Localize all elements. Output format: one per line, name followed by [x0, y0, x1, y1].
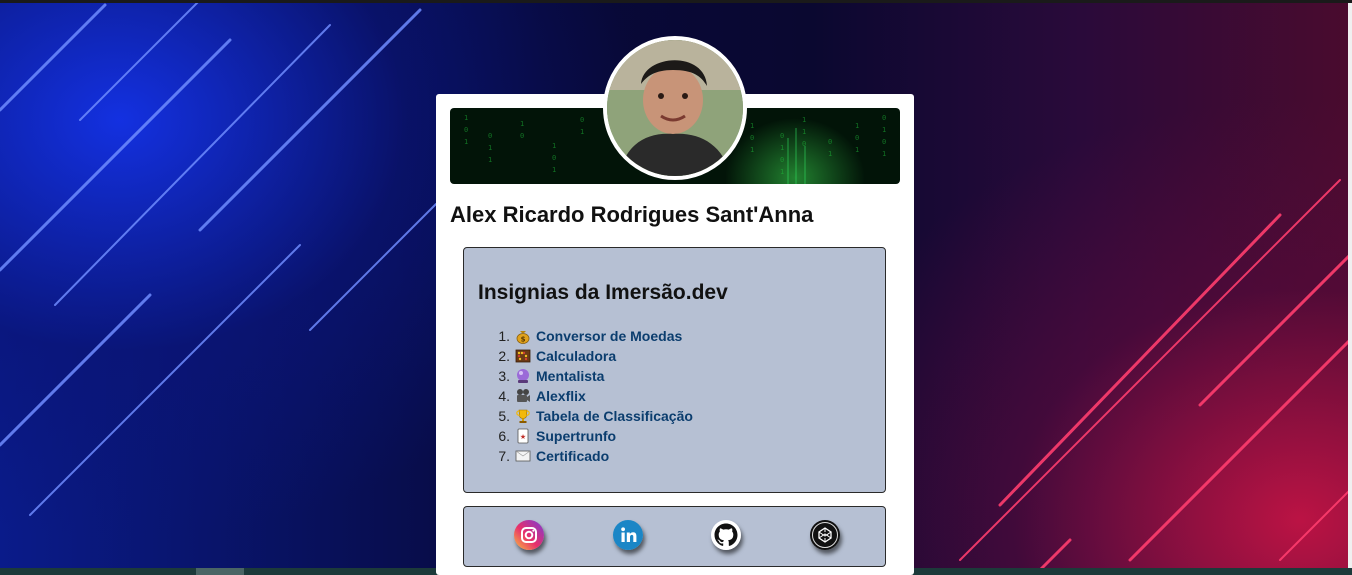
badge-number: 1.	[498, 328, 510, 344]
svg-text:1: 1	[828, 150, 832, 158]
github-icon[interactable]	[711, 520, 741, 550]
profile-avatar	[603, 36, 747, 180]
svg-text:0: 0	[488, 132, 492, 140]
crystal-ball-icon	[517, 369, 529, 383]
svg-text:1: 1	[855, 146, 859, 154]
svg-text:1: 1	[882, 150, 886, 158]
svg-text:★: ★	[520, 433, 526, 441]
badge-item: 2. Calculadora	[464, 346, 693, 366]
svg-text:1: 1	[780, 144, 784, 152]
svg-text:0: 0	[802, 140, 806, 148]
svg-text:0: 0	[580, 116, 584, 124]
vertical-scrollbar[interactable]	[1348, 3, 1352, 568]
svg-text:1: 1	[488, 144, 492, 152]
badge-item: 3. Mentalista	[464, 366, 693, 386]
instagram-icon[interactable]	[514, 520, 544, 550]
svg-text:1: 1	[750, 122, 754, 130]
svg-text:1: 1	[882, 126, 886, 134]
svg-text:1: 1	[464, 138, 468, 146]
badge-item: 7. Certificado	[464, 446, 693, 466]
svg-text:1: 1	[750, 146, 754, 154]
svg-text:$: $	[521, 336, 526, 344]
scrollbar-thumb[interactable]	[196, 568, 244, 575]
codepen-icon[interactable]	[810, 520, 840, 550]
badge-item: 6. ★ Supertrunfo	[464, 426, 693, 446]
svg-text:1: 1	[802, 116, 806, 124]
svg-text:1: 1	[488, 156, 492, 164]
cinema-icon	[517, 389, 530, 402]
badge-link[interactable]: Calculadora	[536, 348, 616, 364]
badge-item: 5. Tabela de Classificação	[464, 406, 693, 426]
profile-name: Alex Ricardo Rodrigues Sant'Anna	[450, 202, 814, 227]
svg-text:1: 1	[780, 168, 784, 176]
svg-text:0: 0	[464, 126, 468, 134]
svg-text:0: 0	[882, 114, 886, 122]
svg-text:0: 0	[780, 132, 784, 140]
social-links-panel	[463, 506, 886, 567]
avatar-photo	[607, 40, 743, 176]
badge-number: 3.	[498, 368, 510, 384]
badge-link[interactable]: Alexflix	[536, 388, 586, 404]
abacus-icon	[515, 349, 531, 363]
svg-text:1: 1	[520, 120, 524, 128]
playing-card-icon: ★	[517, 428, 529, 444]
badge-link[interactable]: Certificado	[536, 448, 609, 464]
linkedin-icon[interactable]	[613, 520, 643, 550]
badge-link[interactable]: Mentalista	[536, 368, 604, 384]
badge-item: 4. Alexflix	[464, 386, 693, 406]
svg-text:1: 1	[552, 142, 556, 150]
svg-text:0: 0	[520, 132, 524, 140]
money-bag-icon: $	[516, 331, 530, 344]
svg-text:0: 0	[882, 138, 886, 146]
badge-item: 1. $ Conversor de Moedas	[464, 326, 693, 346]
svg-text:0: 0	[552, 154, 556, 162]
badge-number: 2.	[498, 348, 510, 364]
certificate-icon	[515, 450, 531, 462]
badge-link[interactable]: Tabela de Classificação	[536, 408, 693, 424]
svg-text:1: 1	[802, 128, 806, 136]
badge-link[interactable]: Supertrunfo	[536, 428, 616, 444]
window-top-border	[0, 0, 1352, 3]
badges-panel: Insignias da Imersão.dev 1. $ Conversor d…	[463, 247, 886, 493]
badge-number: 6.	[498, 428, 510, 444]
badge-number: 4.	[498, 388, 510, 404]
svg-text:1: 1	[580, 128, 584, 136]
badges-title: Insignias da Imersão.dev	[478, 281, 728, 304]
svg-text:0: 0	[750, 134, 754, 142]
profile-card: 1 0 1 0 1 1 1 0 1 0 1 0 1 1 0 1 0 1 0 1 1 1 0 0 1 1 0 1 0 1…	[436, 36, 914, 575]
badge-number: 5.	[498, 408, 510, 424]
svg-text:0: 0	[780, 156, 784, 164]
svg-text:0: 0	[855, 134, 859, 142]
svg-text:1: 1	[855, 122, 859, 130]
svg-text:0: 0	[828, 138, 832, 146]
svg-text:1: 1	[552, 166, 556, 174]
badges-list: 1. $ Conversor de Moedas 2. Calculadora 3…	[464, 326, 693, 466]
trophy-icon	[516, 409, 530, 423]
badge-number: 7.	[498, 448, 510, 464]
svg-text:1: 1	[464, 114, 468, 122]
badge-link[interactable]: Conversor de Moedas	[536, 328, 682, 344]
